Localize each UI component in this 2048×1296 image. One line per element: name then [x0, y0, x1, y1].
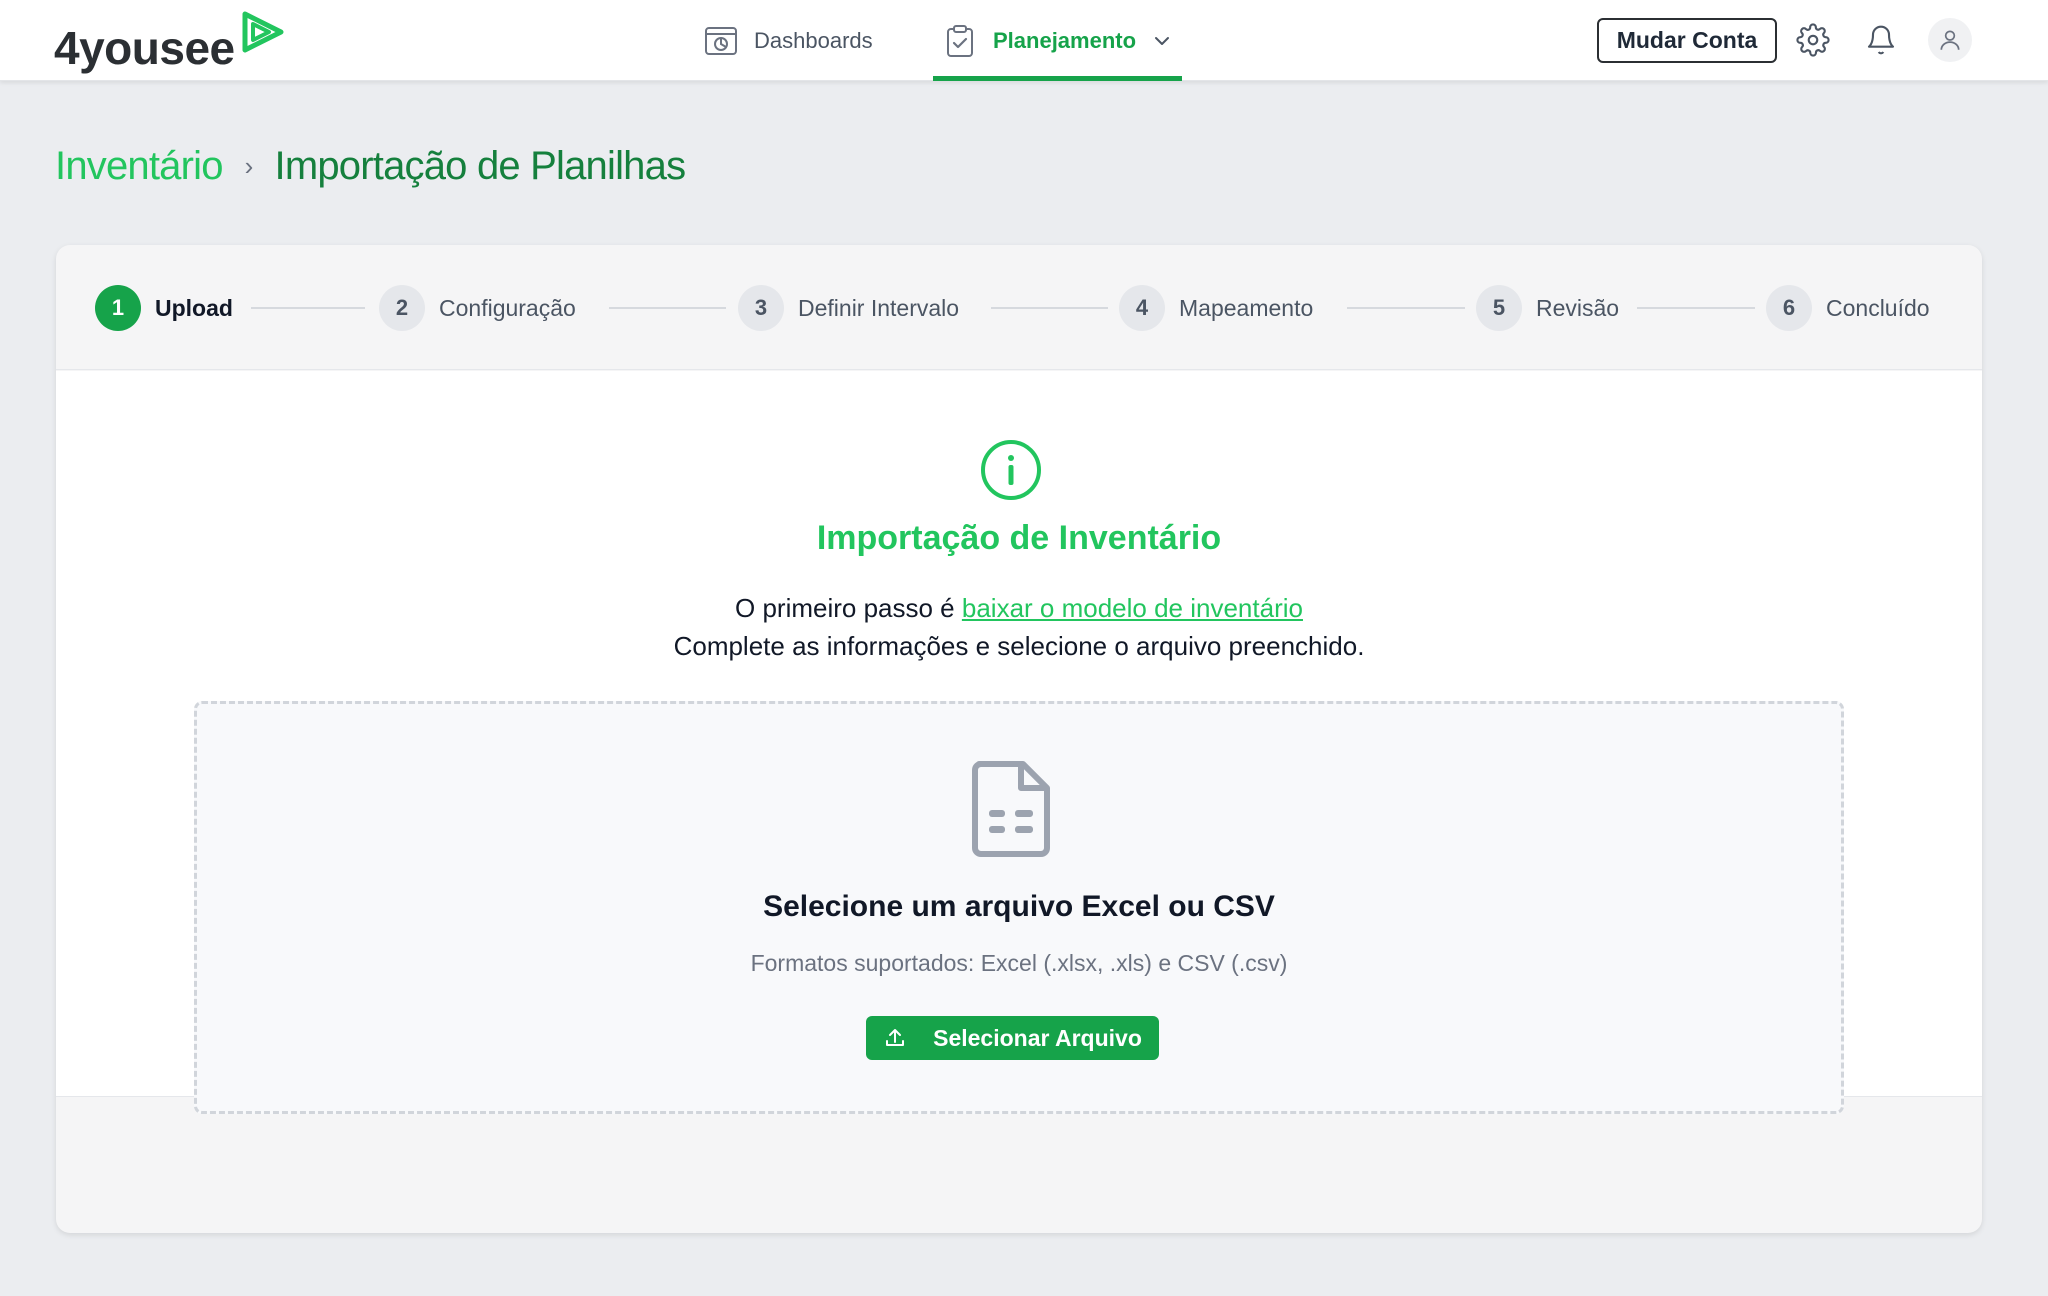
instruction-line-2: Complete as informações e selecione o ar…	[673, 631, 1365, 661]
step-number: 2	[379, 285, 425, 331]
gear-icon	[1796, 23, 1830, 57]
step-connector	[609, 307, 726, 309]
step-label: Revisão	[1536, 294, 1620, 321]
step-number: 1	[95, 285, 141, 331]
import-stepper: 1 Upload 2 Configuração 3 Definir Interv…	[56, 245, 1982, 370]
chevron-down-icon[interactable]	[1152, 31, 1172, 51]
step-revisao[interactable]: 5 Revisão	[1476, 285, 1619, 331]
supported-formats-text: Formatos suportados: Excel (.xlsx, .xls)…	[750, 950, 1288, 976]
upload-icon	[886, 1029, 905, 1046]
select-file-label: Selecionar Arquivo	[933, 1024, 1142, 1051]
step-label: Mapeamento	[1179, 294, 1314, 321]
step-number: 4	[1119, 285, 1165, 331]
user-icon	[1940, 30, 1960, 50]
step-upload[interactable]: 1 Upload	[95, 285, 233, 331]
nav-item-label: Planejamento	[993, 27, 1137, 53]
nav-item-dashboards[interactable]: Dashboards	[704, 0, 873, 81]
step-mapeamento[interactable]: 4 Mapeamento	[1119, 285, 1313, 331]
import-card: 1 Upload 2 Configuração 3 Definir Interv…	[56, 245, 1982, 1233]
switch-account-button[interactable]: Mudar Conta	[1597, 18, 1777, 63]
breadcrumb: Inventário › Importação de Planilhas	[55, 138, 687, 194]
file-dropzone[interactable]: Selecione um arquivo Excel ou CSV Format…	[194, 701, 1844, 1114]
step-number: 3	[738, 285, 784, 331]
file-spreadsheet-icon	[972, 761, 1050, 857]
step-label: Upload	[155, 294, 233, 321]
clipboard-check-icon	[947, 24, 973, 57]
instruction-prefix: O primeiro passo é	[735, 593, 962, 623]
breadcrumb-inventario-link[interactable]: Inventário	[55, 144, 223, 189]
dropzone-title: Selecione um arquivo Excel ou CSV	[763, 890, 1275, 923]
select-file-button[interactable]: Selecionar Arquivo	[866, 1016, 1159, 1060]
logo-play-icon	[242, 11, 284, 53]
logo-text: 4yousee	[54, 22, 235, 74]
top-navigation-bar: 4yousee Dashboards Planejamento Mudar Co…	[0, 0, 2048, 81]
step-concluido[interactable]: 6 Concluído	[1766, 285, 1930, 331]
step-label: Definir Intervalo	[798, 294, 960, 321]
step-label: Concluído	[1826, 294, 1930, 321]
notifications-button[interactable]	[1861, 20, 1901, 60]
active-tab-indicator	[933, 76, 1182, 81]
step-label: Configuração	[439, 294, 576, 321]
page-title: Importação de Planilhas	[274, 143, 687, 188]
download-template-link[interactable]: baixar o modelo de inventário	[962, 593, 1303, 623]
upload-content: Importação de Inventário O primeiro pass…	[56, 371, 1982, 1114]
step-connector	[1347, 307, 1465, 309]
import-title: Importação de Inventário	[816, 519, 1222, 557]
instruction-line-1: O primeiro passo é baixar o modelo de in…	[56, 593, 1982, 624]
breadcrumb-separator: ›	[244, 150, 254, 181]
step-number: 5	[1476, 285, 1522, 331]
step-definir-intervalo[interactable]: 3 Definir Intervalo	[738, 285, 959, 331]
user-profile-button[interactable]	[1928, 18, 1972, 62]
settings-button[interactable]	[1793, 20, 1833, 60]
step-connector	[1637, 307, 1755, 309]
bell-icon	[1867, 25, 1895, 55]
step-configuracao[interactable]: 2 Configuração	[379, 285, 576, 331]
nav-item-label: Dashboards	[754, 27, 873, 53]
step-number: 6	[1766, 285, 1812, 331]
nav-item-planejamento[interactable]: Planejamento	[933, 0, 1182, 81]
dashboard-icon	[705, 26, 737, 55]
step-connector	[991, 307, 1108, 309]
logo[interactable]: 4yousee	[54, 11, 285, 74]
info-icon	[981, 440, 1041, 500]
step-connector	[251, 307, 365, 309]
